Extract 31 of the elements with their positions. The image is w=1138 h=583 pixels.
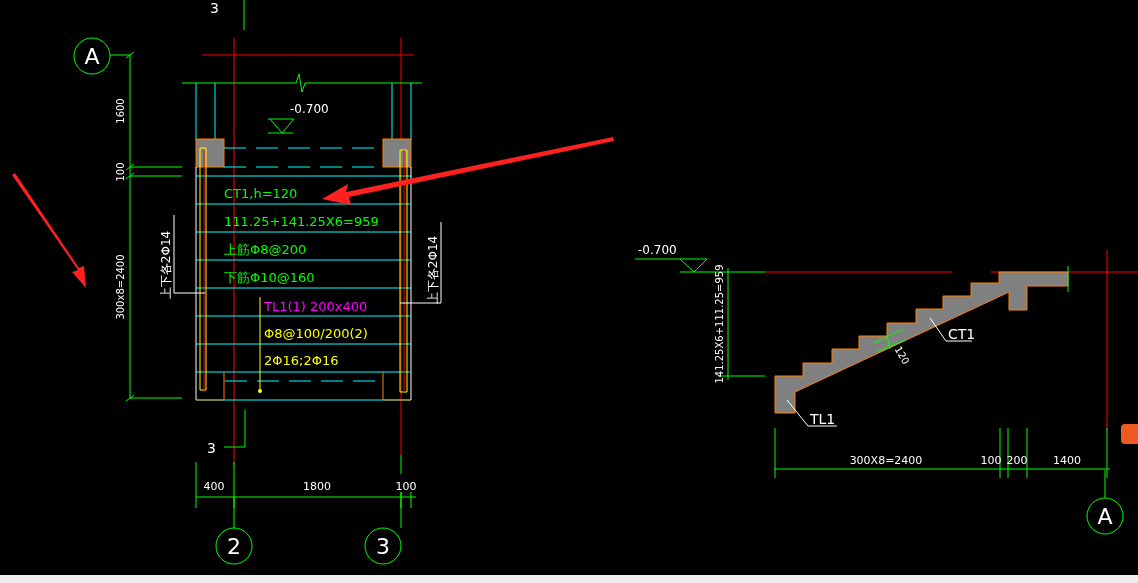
beam-note: Φ8@100/200(2) xyxy=(264,326,368,341)
dimension-label: 400 xyxy=(203,480,225,493)
slab-note: 下筋Φ10@160 xyxy=(224,270,315,285)
ime-icon[interactable] xyxy=(1121,424,1138,444)
beam-note: TL1(1) 200x400 xyxy=(264,299,368,314)
beam-note: 2Φ16;2Φ16 xyxy=(264,353,339,368)
dimension-label: 1400 xyxy=(1053,454,1081,467)
dimension-label: 1600 xyxy=(115,98,126,124)
section-mark-label: 3 xyxy=(207,440,216,456)
dimension-label: 100 xyxy=(980,454,1002,467)
dimension-label: 1800 xyxy=(303,480,331,493)
dimension-label: 300X8=2400 xyxy=(849,454,923,467)
section-mark-label: 3 xyxy=(210,0,219,16)
slab-note: CT1,h=120 xyxy=(224,186,298,201)
elevation-label: -0.700 xyxy=(638,243,677,257)
dimension-label: 200 xyxy=(1006,454,1028,467)
axis-bubble: A xyxy=(73,37,111,75)
dimension-label: 100 xyxy=(395,480,417,493)
dimension-label: 100 xyxy=(115,162,126,182)
axis-bubble: 3 xyxy=(364,527,402,565)
axis-bubble: A xyxy=(1086,497,1124,535)
slab-note: 111.25+141.25X6=959 xyxy=(224,214,379,229)
member-label: TL1 xyxy=(810,411,836,427)
rebar-label: 上下各2Φ14 xyxy=(426,235,440,305)
dimension-label: 141.25X6+111.25=959 xyxy=(714,264,725,384)
dimension-label: 300x8=2400 xyxy=(115,254,126,320)
elevation-label: -0.700 xyxy=(290,102,329,116)
member-label: CT1 xyxy=(948,326,976,342)
rebar-label: 上下各2Φ14 xyxy=(159,230,173,300)
slab-note: 上筋Φ8@200 xyxy=(224,242,307,257)
axis-bubble: 2 xyxy=(215,527,253,565)
